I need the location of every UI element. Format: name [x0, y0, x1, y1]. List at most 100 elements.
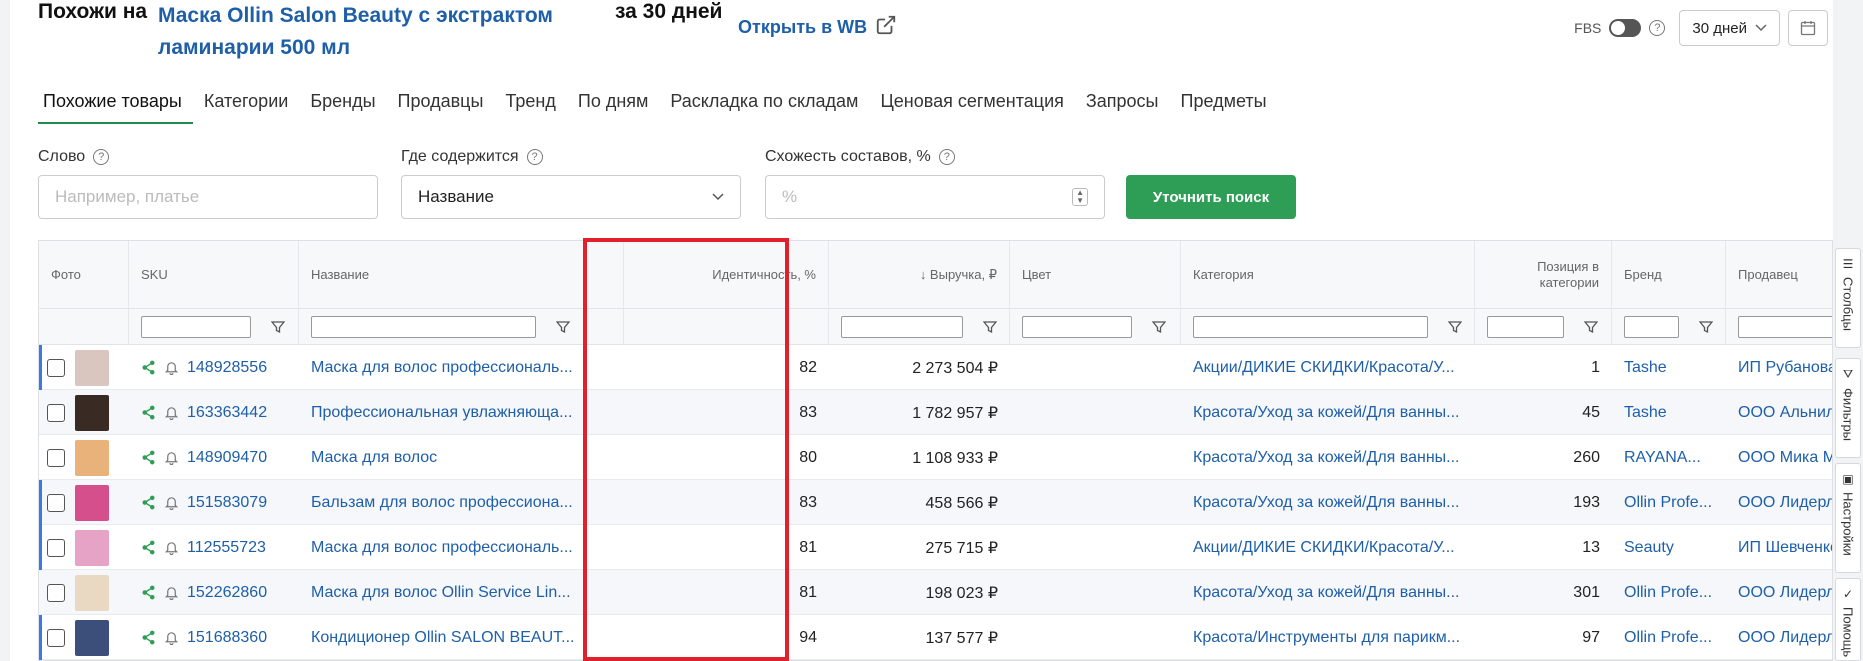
sku-link[interactable]: 152262860	[187, 584, 267, 602]
col-revenue[interactable]: ↓ Выручка, ₽	[829, 241, 1010, 309]
help-icon[interactable]: ?	[1649, 20, 1666, 36]
product-thumbnail[interactable]	[75, 574, 109, 611]
revenue-filter-input[interactable]	[841, 316, 963, 338]
name-filter-input[interactable]	[311, 316, 536, 338]
category-link[interactable]: Красота/Уход за кожей/Для ванны...	[1181, 570, 1475, 615]
sku-link[interactable]: 112555723	[187, 539, 266, 557]
category-filter-input[interactable]	[1193, 316, 1428, 338]
bell-icon[interactable]	[164, 585, 179, 600]
tab-6[interactable]: Раскладка по складам	[659, 88, 869, 124]
position-filter-input[interactable]	[1487, 316, 1564, 338]
row-checkbox[interactable]	[47, 628, 65, 647]
seller-link[interactable]: ООО Мика Мед	[1726, 435, 1832, 480]
bell-icon[interactable]	[164, 630, 179, 645]
help-icon[interactable]: ?	[938, 149, 955, 165]
similarity-input[interactable]: % ▲ ▼	[765, 175, 1105, 219]
tab-0[interactable]: Похожие товары	[38, 88, 193, 124]
funnel-icon[interactable]	[1448, 320, 1462, 334]
brand-filter-input[interactable]	[1624, 316, 1679, 338]
tab-7[interactable]: Ценовая сегментация	[869, 88, 1074, 124]
col-sku[interactable]: SKU	[129, 241, 299, 309]
share-icon[interactable]	[141, 585, 156, 600]
product-thumbnail[interactable]	[75, 619, 109, 656]
share-icon[interactable]	[141, 450, 156, 465]
funnel-icon[interactable]	[271, 320, 285, 334]
side-tab-1[interactable]: ⛛ Фильтры	[1835, 358, 1861, 458]
product-thumbnail[interactable]	[75, 529, 109, 566]
share-icon[interactable]	[141, 405, 156, 420]
funnel-icon[interactable]	[1699, 320, 1713, 334]
fbs-toggle[interactable]	[1609, 19, 1642, 37]
product-name-link[interactable]: Профессиональная увлажняюща...	[299, 390, 624, 435]
refine-search-button[interactable]: Уточнить поиск	[1126, 175, 1296, 219]
row-checkbox[interactable]	[47, 493, 65, 512]
product-thumbnail[interactable]	[75, 394, 109, 431]
category-link[interactable]: Акции/ДИКИЕ СКИДКИ/Красота/У...	[1181, 525, 1475, 570]
where-select[interactable]: Название	[401, 175, 741, 219]
col-photo[interactable]: Фото	[39, 241, 129, 309]
tab-4[interactable]: Тренд	[494, 88, 566, 124]
col-identity[interactable]: Идентичность, %	[624, 241, 829, 309]
brand-link[interactable]: Tashe	[1612, 345, 1726, 390]
brand-link[interactable]: Seauty	[1612, 525, 1726, 570]
table-row[interactable]: 151688360 Кондиционер Ollin SALON BEAUT..…	[39, 615, 1832, 660]
product-name-link[interactable]: Маска для волос	[299, 435, 624, 480]
category-link[interactable]: Красота/Уход за кожей/Для ванны...	[1181, 435, 1475, 480]
word-input[interactable]: Например, платье	[38, 175, 378, 219]
col-color[interactable]: Цвет	[1010, 241, 1181, 309]
bell-icon[interactable]	[164, 360, 179, 375]
seller-link[interactable]: ООО Альнилам	[1726, 390, 1832, 435]
funnel-icon[interactable]	[1152, 320, 1166, 334]
brand-link[interactable]: Ollin Profe...	[1612, 570, 1726, 615]
product-name-link[interactable]: Маска для волос профессиональ...	[299, 525, 624, 570]
share-icon[interactable]	[141, 540, 156, 555]
row-checkbox[interactable]	[47, 538, 65, 557]
col-name[interactable]: Название	[299, 241, 624, 309]
side-tab-0[interactable]: ☰ Столбцы	[1835, 248, 1861, 348]
brand-link[interactable]: RAYANA...	[1612, 435, 1726, 480]
table-row[interactable]: 148928556 Маска для волос профессиональ..…	[39, 345, 1832, 390]
product-thumbnail[interactable]	[75, 439, 109, 476]
bell-icon[interactable]	[164, 450, 179, 465]
seller-link[interactable]: ИП Рубанова Та	[1726, 345, 1832, 390]
funnel-icon[interactable]	[1584, 320, 1598, 334]
row-checkbox[interactable]	[47, 403, 65, 422]
brand-link[interactable]: Ollin Profe...	[1612, 615, 1726, 660]
col-category[interactable]: Категория	[1181, 241, 1475, 309]
col-brand[interactable]: Бренд	[1612, 241, 1726, 309]
sku-link[interactable]: 163363442	[187, 404, 267, 422]
product-name-link[interactable]: Маска для волос Ollin Service Lin...	[299, 570, 624, 615]
sku-link[interactable]: 151583079	[187, 494, 267, 512]
table-row[interactable]: 152262860 Маска для волос Ollin Service L…	[39, 570, 1832, 615]
table-row[interactable]: 148909470 Маска для волос 80 1 108 933 ₽ Кра…	[39, 435, 1832, 480]
open-wb-link[interactable]: Открыть в WB	[738, 14, 897, 41]
seller-link[interactable]: ООО Лидерлай	[1726, 615, 1832, 660]
funnel-icon[interactable]	[983, 320, 997, 334]
sku-link[interactable]: 151688360	[187, 629, 267, 647]
product-name-link[interactable]: Кондиционер Ollin SALON BEAUT...	[299, 615, 624, 660]
category-link[interactable]: Красота/Инструменты для парикм...	[1181, 615, 1475, 660]
tab-2[interactable]: Бренды	[299, 88, 386, 124]
product-thumbnail[interactable]	[75, 349, 109, 386]
product-name-link[interactable]: Маска Ollin Salon Beauty с экстрактом ла…	[158, 0, 588, 64]
product-name-link[interactable]: Бальзам для волос профессиона...	[299, 480, 624, 525]
category-link[interactable]: Красота/Уход за кожей/Для ванны...	[1181, 480, 1475, 525]
seller-link[interactable]: ИП Шевченко Г	[1726, 525, 1832, 570]
help-icon[interactable]: ?	[526, 149, 543, 165]
number-stepper[interactable]: ▲ ▼	[1072, 188, 1088, 206]
tab-9[interactable]: Предметы	[1170, 88, 1278, 124]
tab-8[interactable]: Запросы	[1075, 88, 1170, 124]
tab-3[interactable]: Продавцы	[387, 88, 495, 124]
calendar-button[interactable]	[1788, 10, 1828, 46]
tab-1[interactable]: Категории	[193, 88, 299, 124]
brand-link[interactable]: Tashe	[1612, 390, 1726, 435]
table-row[interactable]: 151583079 Бальзам для волос профессиона..…	[39, 480, 1832, 525]
row-checkbox[interactable]	[47, 448, 65, 467]
share-icon[interactable]	[141, 360, 156, 375]
col-seller[interactable]: Продавец	[1726, 241, 1832, 309]
color-filter-input[interactable]	[1022, 316, 1132, 338]
sku-link[interactable]: 148909470	[187, 449, 267, 467]
share-icon[interactable]	[141, 495, 156, 510]
col-position[interactable]: Позиция в категории	[1475, 241, 1612, 309]
period-select[interactable]: 30 дней	[1679, 10, 1780, 46]
